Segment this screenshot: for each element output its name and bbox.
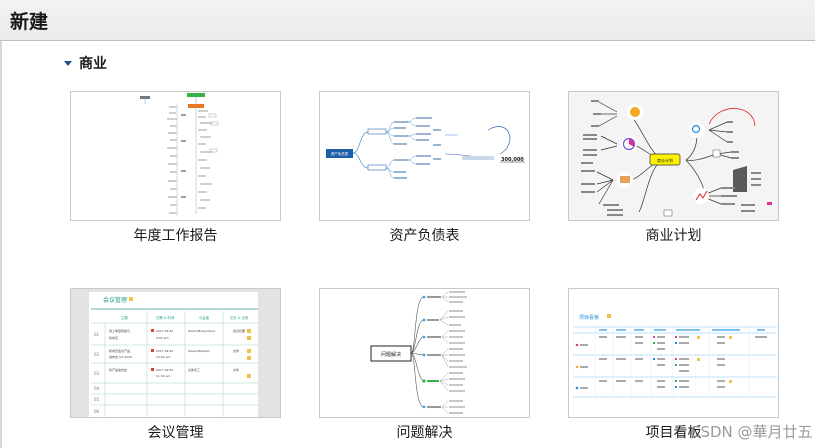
template-thumbnail: 项目看板 <box>568 288 779 418</box>
meeting-row-time: 9:00 pm <box>156 336 169 340</box>
left-border <box>0 41 2 448</box>
meeting-row-date: 2017 09:30 <box>156 329 173 333</box>
meeting-row-topic: 新产品发布会 <box>109 367 127 372</box>
meeting-row-file: 会议纪要 <box>233 328 245 333</box>
kanban-board-thumbnail: 项目看板 <box>573 314 777 398</box>
balance-root-text: 资产负债表 <box>331 151 349 156</box>
collapse-triangle-icon <box>64 60 72 66</box>
meeting-row-no: 01 <box>94 332 100 337</box>
meeting-row-attendees: Owen/Stephen <box>188 349 210 353</box>
section-label: 商业 <box>79 56 107 72</box>
meeting-row-no: 04 <box>94 386 100 391</box>
meeting-row-no: 02 <box>94 352 100 357</box>
meeting-col-topic: 主题 <box>121 315 128 320</box>
meeting-col-attendees: 与会者 <box>199 315 210 320</box>
page-title: 新建 <box>10 11 49 33</box>
meeting-row-no: 03 <box>94 371 100 376</box>
template-thumbnail: 问题解决 <box>319 288 530 418</box>
template-label: 年度工作报告 <box>133 228 218 244</box>
meeting-row-file: 文件 <box>233 348 239 353</box>
watermark: CSDN @華月廿五 <box>690 423 813 441</box>
template-label: 会议管理 <box>147 425 204 441</box>
meeting-title: 会议管理 <box>103 296 127 304</box>
meeting-row-no: 06 <box>94 409 100 414</box>
problem-mindmap-thumbnail: 问题解决 <box>370 291 467 414</box>
meeting-row-date: 2017 09:30 <box>156 349 173 353</box>
meeting-row-date: 2017 09:30 <box>156 368 173 372</box>
section-business-toggle[interactable]: 商业 <box>64 54 107 72</box>
template-thumbnail: 商业计划 <box>568 91 779 221</box>
business-center-text: 商业计划 <box>657 157 673 163</box>
mindmap-thumbnail: 资产负债表 300,000 <box>326 117 525 179</box>
header-bar: 新建 <box>0 0 815 41</box>
meeting-row-attendees: Owen/Molly/Olivia <box>188 329 215 333</box>
business-mindmap-thumbnail: 商业计划 <box>581 100 772 217</box>
template-thumbnail: 资产负债表 300,000 <box>319 91 530 221</box>
meeting-row-no: 05 <box>94 397 100 402</box>
template-thumbnail: 会议管理 主题 日期 & 时间 与会者 文件 & 记录 01 02 03 04 … <box>70 288 281 418</box>
meeting-row-topic: 新成员会议产品 <box>109 348 130 353</box>
meeting-row-topic: 新成员 <box>109 335 118 340</box>
meeting-row-attendees: 全体员工 <box>188 367 200 372</box>
meeting-col-datetime: 日期 & 时间 <box>156 315 175 320</box>
template-label: 问题解决 <box>396 425 453 441</box>
kanban-title: 项目看板 <box>579 314 599 321</box>
meeting-table-thumbnail: 会议管理 主题 日期 & 时间 与会者 文件 & 记录 01 02 03 04 … <box>89 292 258 417</box>
meeting-row-topic: 线上季度例会与 <box>109 328 130 333</box>
template-thumbnail <box>70 91 281 221</box>
template-label: 资产负债表 <box>389 228 460 244</box>
problem-center-text: 问题解决 <box>381 351 401 358</box>
meeting-col-files: 文件 & 记录 <box>230 315 249 320</box>
vertical-tree-thumbnail <box>140 93 219 216</box>
meeting-row-topic: 发布会 Q3 2018 <box>109 354 132 359</box>
meeting-row-file: 文件 <box>233 367 239 372</box>
meeting-row-time: 10:00 am <box>156 355 170 359</box>
meeting-row-time: 11:00 am <box>156 374 170 378</box>
template-label: 商业计划 <box>645 228 702 244</box>
